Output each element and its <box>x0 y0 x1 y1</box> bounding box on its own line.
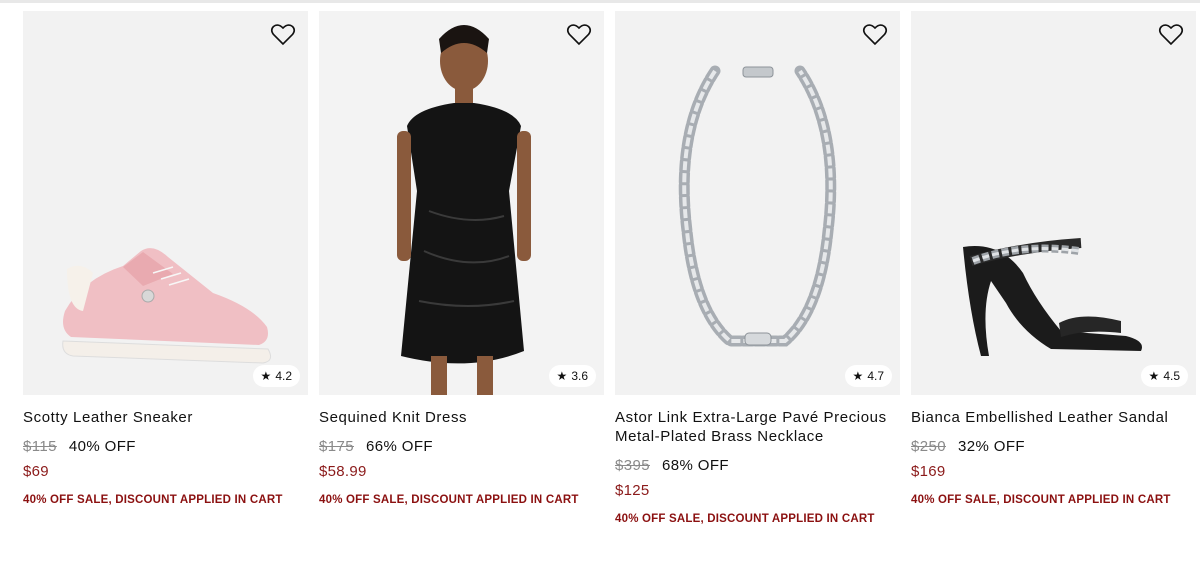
product-title[interactable]: Bianca Embellished Leather Sandal <box>911 408 1196 427</box>
discount-label: 32% OFF <box>957 438 1025 455</box>
heart-icon[interactable] <box>270 23 296 47</box>
original-price: $115 <box>23 438 57 455</box>
original-price: $250 <box>911 438 946 455</box>
discount-label: 40% OFF <box>68 438 136 455</box>
rating-value: 4.7 <box>867 369 884 383</box>
discount-label: 66% OFF <box>365 438 433 455</box>
discount-label: 68% OFF <box>661 457 729 474</box>
heart-icon[interactable] <box>1158 23 1184 47</box>
heart-icon[interactable] <box>862 23 888 47</box>
product-title[interactable]: Scotty Leather Sneaker <box>23 408 308 427</box>
rating-value: 4.2 <box>275 369 292 383</box>
rating-value: 4.5 <box>1163 369 1180 383</box>
product-image-tile[interactable]: ★ 3.6 <box>319 11 604 395</box>
sale-price: $58.99 <box>319 463 367 480</box>
rating-badge: ★ 3.6 <box>548 365 596 387</box>
promo-message: 40% OFF SALE, DISCOUNT APPLIED IN CART <box>23 494 283 506</box>
product-image-tile[interactable]: ★ 4.2 <box>23 11 308 395</box>
sale-price: $69 <box>23 463 49 480</box>
top-divider <box>0 0 1200 3</box>
rating-value: 3.6 <box>571 369 588 383</box>
promo-message: 40% OFF SALE, DISCOUNT APPLIED IN CART <box>615 513 875 525</box>
star-icon: ★ <box>1148 369 1160 383</box>
price-row: $250 32% OFF <box>911 438 1196 455</box>
rating-badge: ★ 4.5 <box>1140 365 1188 387</box>
product-image-tile[interactable]: ★ 4.7 <box>615 11 900 395</box>
promo-message: 40% OFF SALE, DISCOUNT APPLIED IN CART <box>911 494 1171 506</box>
heart-icon[interactable] <box>566 23 592 47</box>
product-card[interactable]: ★ 4.5 Bianca Embellished Leather Sandal … <box>911 11 1196 525</box>
product-card[interactable]: ★ 4.7 Astor Link Extra-Large Pavé Precio… <box>615 11 900 525</box>
star-icon: ★ <box>556 369 568 383</box>
original-price: $395 <box>615 457 650 474</box>
product-title[interactable]: Sequined Knit Dress <box>319 408 604 427</box>
sale-price: $125 <box>615 482 650 499</box>
original-price: $175 <box>319 438 354 455</box>
star-icon: ★ <box>852 369 864 383</box>
product-image-tile[interactable]: ★ 4.5 <box>911 11 1196 395</box>
star-icon: ★ <box>260 369 272 383</box>
product-card[interactable]: ★ 3.6 Sequined Knit Dress $175 66% OFF $… <box>319 11 604 525</box>
price-row: $115 40% OFF <box>23 438 308 455</box>
rating-badge: ★ 4.7 <box>844 365 892 387</box>
rating-badge: ★ 4.2 <box>252 365 300 387</box>
promo-message: 40% OFF SALE, DISCOUNT APPLIED IN CART <box>319 494 579 506</box>
sale-price: $169 <box>911 463 946 480</box>
product-grid: ★ 4.2 Scotty Leather Sneaker $115 40% OF… <box>23 11 1196 525</box>
price-row: $175 66% OFF <box>319 438 604 455</box>
product-title[interactable]: Astor Link Extra-Large Pavé Precious Met… <box>615 408 900 446</box>
product-card[interactable]: ★ 4.2 Scotty Leather Sneaker $115 40% OF… <box>23 11 308 525</box>
price-row: $395 68% OFF <box>615 457 900 474</box>
